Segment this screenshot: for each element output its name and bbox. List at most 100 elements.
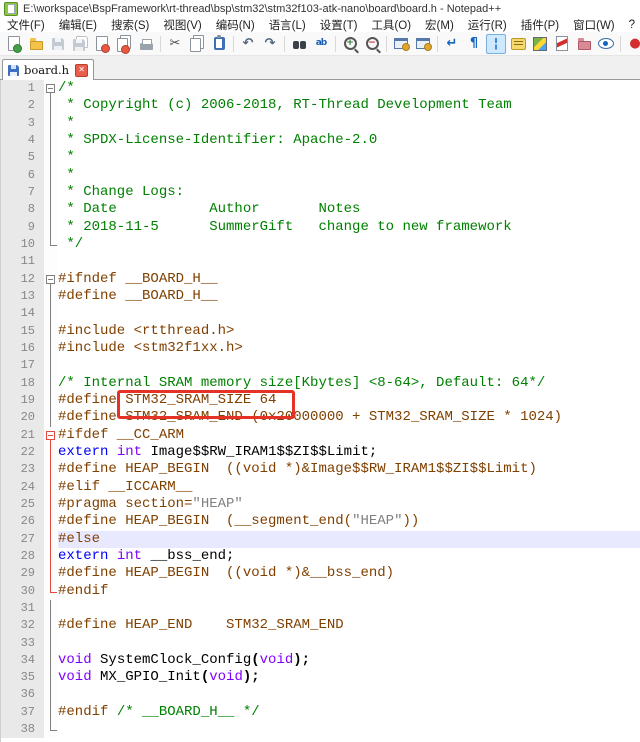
code-line-29: 29#define HEAP_BEGIN ((void *)&__bss_end…	[1, 565, 640, 582]
new-file-icon[interactable]	[4, 34, 24, 54]
line-number: 19	[1, 392, 44, 409]
open-file-icon[interactable]	[26, 34, 46, 54]
code-line-17: 17	[1, 357, 640, 374]
replace-icon[interactable]: ab	[311, 34, 331, 54]
code-text[interactable]: #ifdef __CC_ARM	[58, 427, 640, 444]
code-text[interactable]: *	[58, 115, 640, 132]
menu-item-0[interactable]: 文件(F)	[0, 17, 52, 33]
paste-icon[interactable]	[209, 34, 229, 54]
close-tab-icon[interactable]: ✕	[75, 64, 88, 77]
folder-as-workspace-icon[interactable]	[574, 34, 594, 54]
redo-icon[interactable]: ↷	[260, 34, 280, 54]
code-text[interactable]: extern int Image$$RW_IRAM1$$ZI$$Limit;	[58, 444, 640, 461]
code-line-12: 12#ifndef __BOARD_H__	[1, 271, 640, 288]
indent-guide-icon[interactable]: ¦	[486, 34, 506, 54]
record-macro-icon[interactable]: ●	[625, 34, 640, 54]
find-icon[interactable]	[289, 34, 309, 54]
code-text[interactable]: * SPDX-License-Identifier: Apache-2.0	[58, 132, 640, 149]
line-number: 34	[1, 652, 44, 669]
save-all-icon[interactable]	[70, 34, 90, 54]
menu-item-2[interactable]: 搜索(S)	[104, 17, 156, 33]
fold-guide	[44, 479, 58, 496]
code-text[interactable]: #endif /* __BOARD_H__ */	[58, 704, 640, 721]
code-line-14: 14	[1, 305, 640, 322]
show-all-characters-icon[interactable]: ¶	[464, 34, 484, 54]
zoom-out-icon[interactable]: −	[362, 34, 382, 54]
word-wrap-icon[interactable]: ↵	[442, 34, 462, 54]
close-icon[interactable]	[92, 34, 112, 54]
monitoring-icon[interactable]	[596, 34, 616, 54]
notepadpp-window: E:\workspace\BspFramework\rt-thread\bsp\…	[0, 0, 640, 739]
cut-icon[interactable]: ✂	[165, 34, 185, 54]
code-text[interactable]: */	[58, 236, 640, 253]
menu-item-9[interactable]: 运行(R)	[461, 17, 514, 33]
code-text[interactable]	[58, 253, 640, 270]
document-map-icon[interactable]	[530, 34, 550, 54]
code-text[interactable]: #else	[58, 531, 640, 548]
save-icon[interactable]	[48, 34, 68, 54]
copy-icon[interactable]	[187, 34, 207, 54]
code-text[interactable]: #define HEAP_BEGIN ((void *)&Image$$RW_I…	[58, 461, 640, 478]
code-line-16: 16#include <stm32f1xx.h>	[1, 340, 640, 357]
zoom-in-icon[interactable]: +	[340, 34, 360, 54]
menu-item-12[interactable]: ?	[622, 19, 640, 31]
menu-item-10[interactable]: 插件(P)	[514, 17, 566, 33]
fold-toggle[interactable]	[44, 427, 58, 444]
code-text[interactable]: #elif __ICCARM__	[58, 479, 640, 496]
code-text[interactable]: #define HEAP_BEGIN ((void *)&__bss_end)	[58, 565, 640, 582]
menu-item-4[interactable]: 编码(N)	[209, 17, 262, 33]
close-all-icon[interactable]	[114, 34, 134, 54]
line-number: 24	[1, 479, 44, 496]
code-text[interactable]: #define HEAP_BEGIN (__segment_end("HEAP"…	[58, 513, 640, 530]
print-icon[interactable]	[136, 34, 156, 54]
sync-horizontal-scroll-icon[interactable]	[413, 34, 433, 54]
code-line-24: 24 #elif __ICCARM__	[1, 479, 640, 496]
fold-toggle[interactable]	[44, 80, 58, 97]
code-line-19: 19#define STM32_SRAM_SIZE 64	[1, 392, 640, 409]
code-text[interactable]: /*	[58, 80, 640, 97]
code-text[interactable]: * Copyright (c) 2006-2018, RT-Thread Dev…	[58, 97, 640, 114]
code-text[interactable]: #include <stm32f1xx.h>	[58, 340, 640, 357]
code-text[interactable]	[58, 721, 640, 738]
menu-item-1[interactable]: 编辑(E)	[52, 17, 104, 33]
code-text[interactable]: #define HEAP_END STM32_SRAM_END	[58, 617, 640, 634]
code-text[interactable]: void MX_GPIO_Init(void);	[58, 669, 640, 686]
code-text[interactable]: *	[58, 149, 640, 166]
code-text[interactable]: * Change Logs:	[58, 184, 640, 201]
line-number: 36	[1, 686, 44, 703]
menu-item-8[interactable]: 宏(M)	[418, 17, 461, 33]
code-text[interactable]	[58, 357, 640, 374]
line-number: 18	[1, 375, 44, 392]
menu-item-11[interactable]: 窗口(W)	[566, 17, 622, 33]
code-line-36: 36	[1, 686, 640, 703]
fold-toggle[interactable]	[44, 271, 58, 288]
function-list-icon[interactable]	[552, 34, 572, 54]
code-text[interactable]	[58, 600, 640, 617]
user-define-dialog-icon[interactable]	[508, 34, 528, 54]
saved-floppy-icon	[8, 65, 19, 76]
code-text[interactable]: extern int __bss_end;	[58, 548, 640, 565]
code-text[interactable]	[58, 686, 640, 703]
code-text[interactable]: * 2018-11-5 SummerGift change to new fra…	[58, 219, 640, 236]
code-line-34: 34 void SystemClock_Config(void);	[1, 652, 640, 669]
menu-item-3[interactable]: 视图(V)	[156, 17, 208, 33]
code-text[interactable]: #endif	[58, 583, 640, 600]
title-bar[interactable]: E:\workspace\BspFramework\rt-thread\bsp\…	[0, 0, 640, 17]
code-text[interactable]: void SystemClock_Config(void);	[58, 652, 640, 669]
code-text[interactable]: * Date Author Notes	[58, 201, 640, 218]
tab-board-h[interactable]: board.h ✕	[2, 59, 94, 80]
menu-item-6[interactable]: 设置(T)	[313, 17, 365, 33]
menu-item-7[interactable]: 工具(O)	[364, 17, 418, 33]
code-text[interactable]	[58, 305, 640, 322]
code-text[interactable]: #ifndef __BOARD_H__	[58, 271, 640, 288]
undo-icon[interactable]: ↶	[238, 34, 258, 54]
fold-guide	[44, 167, 58, 184]
code-text[interactable]: #pragma section="HEAP"	[58, 496, 640, 513]
code-text[interactable]: #define __BOARD_H__	[58, 288, 640, 305]
code-text[interactable]	[58, 635, 640, 652]
code-text[interactable]: #include <rtthread.h>	[58, 323, 640, 340]
code-text[interactable]: *	[58, 167, 640, 184]
code-editor[interactable]: 1/*2 * Copyright (c) 2006-2018, RT-Threa…	[0, 80, 640, 742]
menu-item-5[interactable]: 语言(L)	[262, 17, 313, 33]
sync-vertical-scroll-icon[interactable]	[391, 34, 411, 54]
